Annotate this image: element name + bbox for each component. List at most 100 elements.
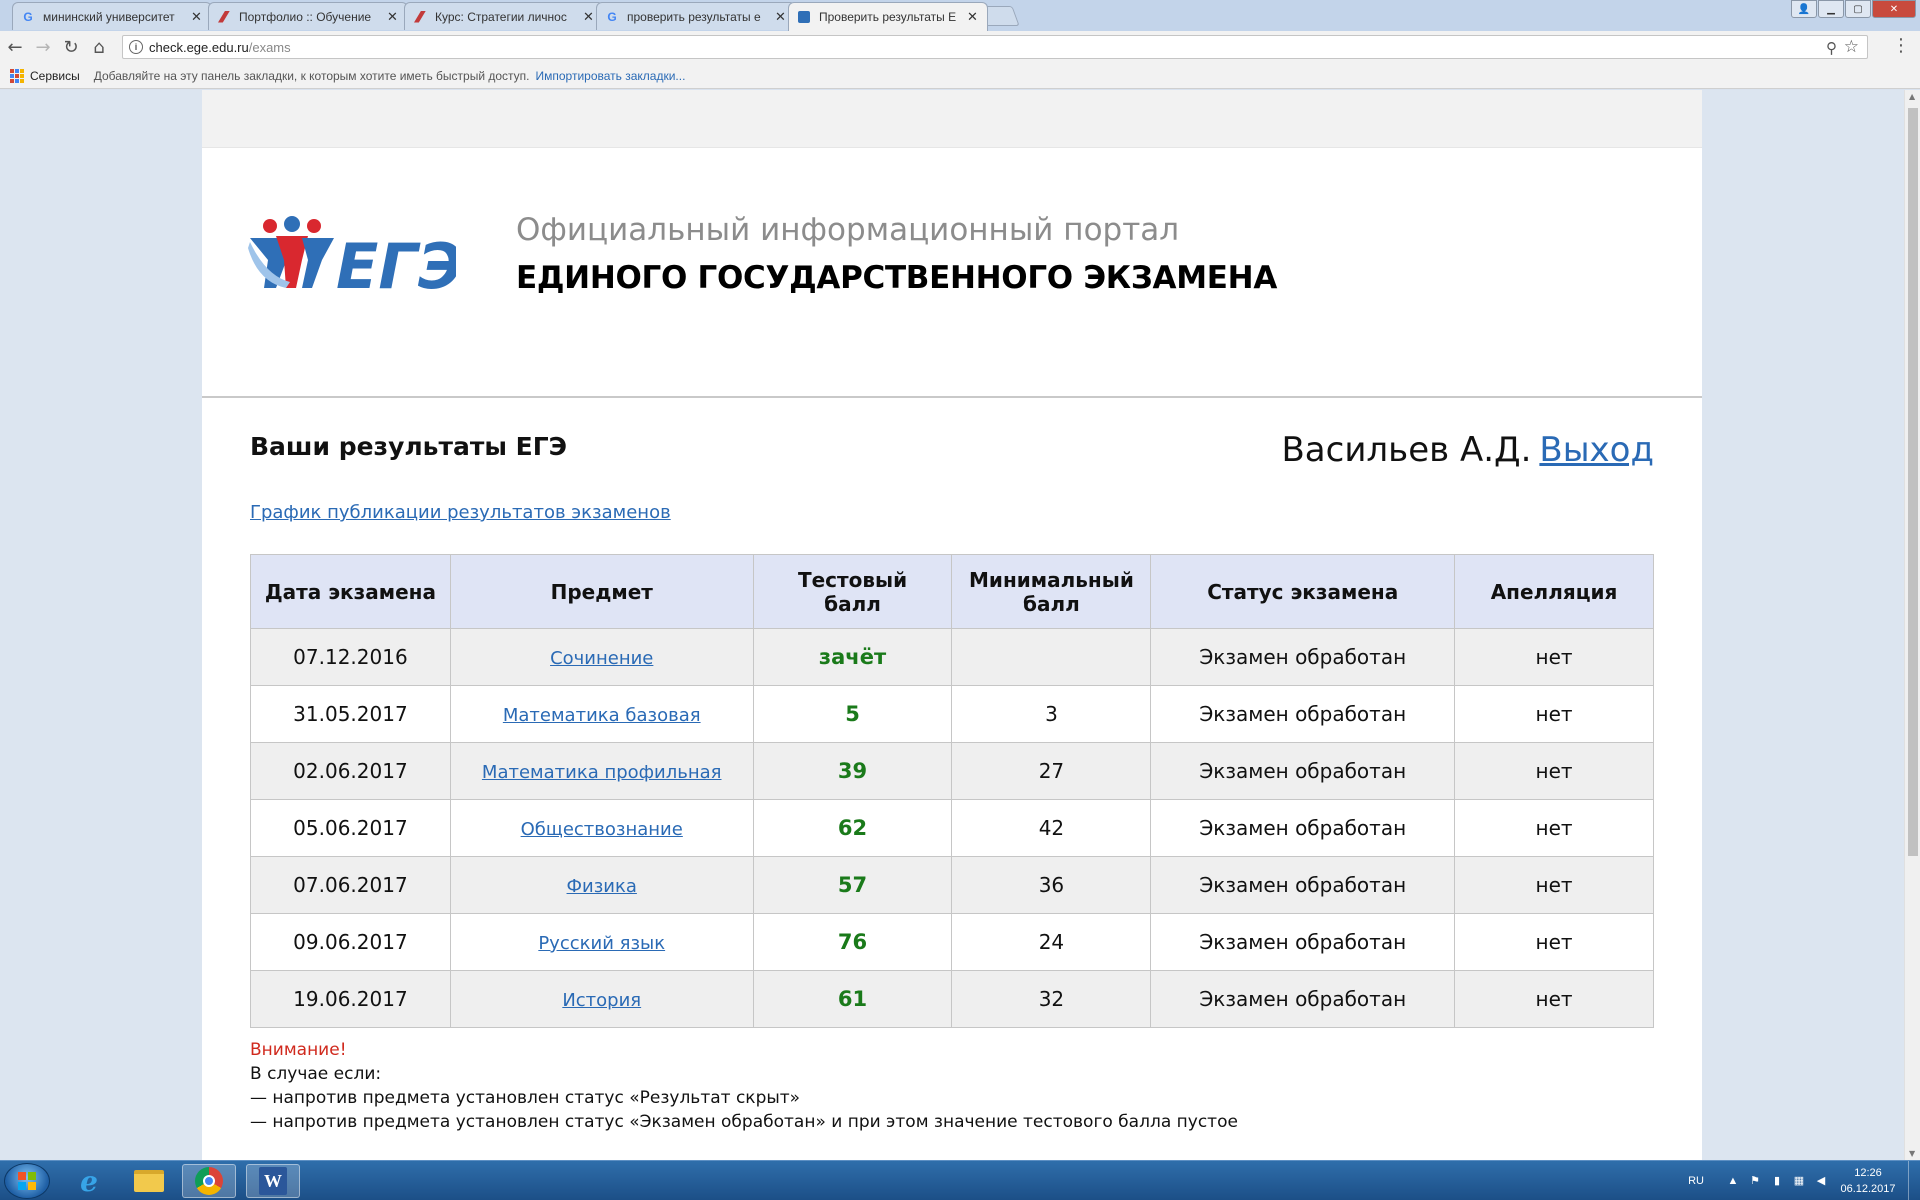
tray-expand-icon[interactable]: ▲	[1726, 1175, 1740, 1187]
maximize-button[interactable]: ▢	[1845, 0, 1871, 18]
tab-title: Курс: Стратегии личнос	[435, 9, 567, 24]
system-tray: RU ▲ ⚑ ▮ ▦ ◀ 12:26 06.12.2017	[1688, 1161, 1920, 1200]
clock-time: 12:26	[1854, 1167, 1882, 1179]
appeal: нет	[1454, 685, 1654, 743]
scrollbar-thumb[interactable]	[1908, 108, 1918, 856]
start-button[interactable]	[4, 1163, 50, 1199]
tab-title: Проверить результаты Е	[819, 10, 957, 24]
reload-icon[interactable]: ↻	[58, 34, 84, 60]
exam-date: 07.12.2016	[250, 628, 451, 686]
notice-line: — напротив предмета установлен статус «Э…	[250, 1112, 1238, 1132]
url-path: /exams	[248, 39, 291, 55]
logout-link[interactable]: Выход	[1539, 430, 1654, 470]
appeal: нет	[1454, 970, 1654, 1028]
action-center-icon[interactable]: ⚑	[1748, 1175, 1762, 1187]
browser-tab[interactable]: Курс: Стратегии личнос ✕	[404, 2, 604, 30]
network-icon[interactable]: ▦	[1792, 1175, 1806, 1187]
table-row: 05.06.2017 Обществознание 62 42 Экзамен …	[250, 799, 1654, 857]
zoom-icon[interactable]: ⚲	[1826, 39, 1837, 57]
notice-line: — напротив предмета установлен статус «Р…	[250, 1088, 801, 1108]
show-desktop-button[interactable]	[1908, 1161, 1920, 1200]
home-icon[interactable]: ⌂	[86, 34, 112, 60]
schedule-link[interactable]: График публикации результатов экзаменов	[250, 502, 671, 523]
close-window-button[interactable]: ✕	[1872, 0, 1916, 18]
taskbar-ie[interactable]: e	[62, 1164, 116, 1198]
browser-tab[interactable]: G проверить результаты е ✕	[596, 2, 796, 30]
menu-icon[interactable]: ⋮	[1892, 36, 1910, 56]
test-score: 62	[752, 799, 953, 857]
apps-icon[interactable]	[10, 68, 24, 83]
subject-link[interactable]: Сочинение	[550, 648, 653, 669]
internet-explorer-icon: e	[80, 1164, 98, 1198]
column-header: Дата экзамена	[250, 554, 451, 629]
appeal: нет	[1454, 913, 1654, 971]
forward-icon[interactable]: →	[30, 34, 56, 60]
min-score: 27	[951, 742, 1152, 800]
ege-icon	[797, 10, 811, 24]
taskbar-word[interactable]: W	[246, 1164, 300, 1198]
bookmarks-bar: Сервисы Добавляйте на эту панель закладк…	[0, 63, 1920, 89]
browser-tab-active[interactable]: Проверить результаты Е ✕	[788, 2, 988, 31]
minimize-button[interactable]: ▁	[1818, 0, 1844, 18]
test-score: 76	[752, 913, 953, 971]
close-icon[interactable]: ✕	[583, 9, 595, 25]
subject-link[interactable]: Математика профильная	[482, 762, 722, 783]
close-icon[interactable]: ✕	[775, 9, 787, 25]
import-bookmarks-link[interactable]: Импортировать закладки...	[536, 69, 686, 83]
exam-date: 09.06.2017	[250, 913, 451, 971]
language-indicator[interactable]: RU	[1688, 1175, 1704, 1187]
min-score: 3	[951, 685, 1152, 743]
close-icon[interactable]: ✕	[967, 9, 979, 25]
window-controls: 👤 ▁ ▢ ✕	[1790, 0, 1916, 18]
browser-tab[interactable]: G мининский университет ✕	[12, 2, 212, 30]
close-icon[interactable]: ✕	[191, 9, 203, 25]
table-row: 07.06.2017 Физика 57 36 Экзамен обработа…	[250, 856, 1654, 914]
subject-link[interactable]: История	[562, 990, 641, 1011]
clock[interactable]: 12:26 06.12.2017	[1836, 1165, 1900, 1197]
exam-date: 02.06.2017	[250, 742, 451, 800]
url-host: check.ege.edu.ru	[149, 39, 249, 55]
exam-date: 19.06.2017	[250, 970, 451, 1028]
taskbar-explorer[interactable]	[122, 1164, 176, 1198]
apps-link[interactable]: Сервисы	[30, 69, 80, 83]
subject-link[interactable]: Русский язык	[538, 933, 665, 954]
page-scrollbar[interactable]: ▲ ▼	[1904, 90, 1920, 1160]
device-icon[interactable]: ▮	[1770, 1175, 1784, 1187]
subject-cell: Обществознание	[449, 799, 754, 857]
exam-date: 31.05.2017	[250, 685, 451, 743]
chrome-icon	[195, 1167, 223, 1195]
close-icon[interactable]: ✕	[387, 9, 399, 25]
taskbar-chrome[interactable]	[182, 1164, 236, 1198]
portal-title: ЕДИНОГО ГОСУДАРСТВЕННОГО ЭКЗАМЕНА	[516, 260, 1278, 296]
subject-cell: Математика базовая	[449, 685, 754, 743]
column-header: Минимальный балл	[951, 554, 1152, 629]
column-header: Предмет	[449, 554, 754, 629]
ege-logo[interactable]: ЕГЭ	[246, 216, 456, 296]
exam-date: 07.06.2017	[250, 856, 451, 914]
info-icon[interactable]: i	[129, 40, 143, 54]
bookmarks-hint: Добавляйте на эту панель закладки, к кот…	[93, 68, 530, 83]
subject-link[interactable]: Физика	[567, 876, 637, 897]
test-score: 57	[752, 856, 953, 914]
bookmark-star-icon[interactable]: ☆	[1844, 37, 1859, 57]
exam-status: Экзамен обработан	[1150, 913, 1456, 971]
subject-cell: Математика профильная	[449, 742, 754, 800]
back-icon[interactable]: ←	[2, 34, 28, 60]
logo-text: ЕГЭ	[336, 230, 456, 296]
browser-toolbar: ← → ↻ ⌂ i check.ege.edu.ru/exams ⚲ ☆ ⋮	[0, 31, 1920, 63]
tab-title: Портфолио :: Обучение	[239, 9, 372, 24]
user-icon[interactable]: 👤	[1791, 0, 1817, 18]
clock-date: 06.12.2017	[1840, 1183, 1896, 1195]
exam-status: Экзамен обработан	[1150, 742, 1456, 800]
volume-icon[interactable]: ◀	[1814, 1175, 1828, 1187]
address-bar[interactable]: i check.ege.edu.ru/exams ⚲ ☆	[122, 35, 1868, 59]
scroll-down-icon[interactable]: ▼	[1909, 1149, 1915, 1158]
subject-cell: Сочинение	[449, 628, 754, 686]
subject-link[interactable]: Обществознание	[521, 819, 683, 840]
word-icon: W	[259, 1167, 287, 1195]
subject-cell: История	[449, 970, 754, 1028]
browser-tab[interactable]: Портфолио :: Обучение ✕	[208, 2, 408, 30]
scroll-up-icon[interactable]: ▲	[1909, 92, 1915, 101]
appeal: нет	[1454, 628, 1654, 686]
subject-link[interactable]: Математика базовая	[503, 705, 701, 726]
